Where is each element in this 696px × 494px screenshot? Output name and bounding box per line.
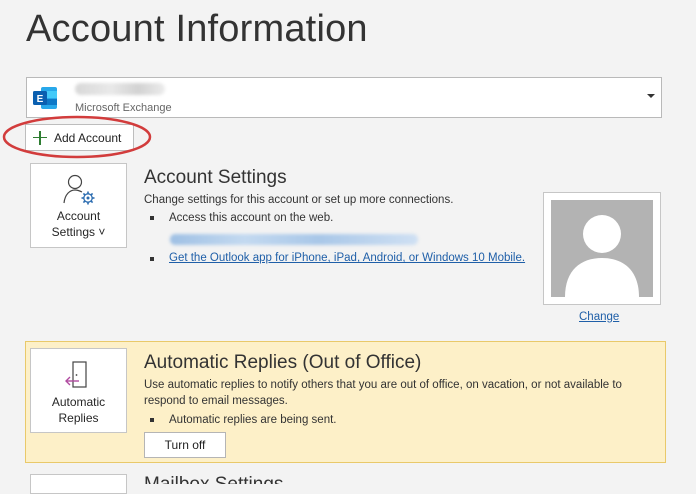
chevron-down-icon[interactable] — [647, 94, 655, 98]
mailbox-settings-tile[interactable] — [30, 474, 127, 494]
account-settings-tile-label-2: Settings ˅ — [51, 225, 106, 239]
automatic-replies-tile-label-2: Replies — [58, 411, 99, 425]
automatic-replies-description-1: Use automatic replies to notify others t… — [144, 379, 622, 391]
user-silhouette-icon — [565, 215, 639, 297]
user-gear-icon — [63, 174, 95, 205]
add-account-label: Add Account — [54, 130, 122, 145]
account-settings-description: Change settings for this account or set … — [144, 194, 454, 206]
change-photo-link[interactable]: Change — [579, 311, 619, 323]
bullet-marker — [150, 216, 154, 220]
page-title: Account Information — [26, 8, 368, 50]
automatic-replies-tile-label-1: Automatic — [51, 395, 106, 409]
automatic-replies-description-2: respond to email messages. — [144, 395, 288, 407]
automatic-replies-title: Automatic Replies (Out of Office) — [144, 352, 422, 373]
account-selector[interactable]: E Microsoft Exchange — [26, 77, 662, 118]
svg-text:E: E — [37, 94, 44, 105]
account-type: Microsoft Exchange — [75, 102, 172, 114]
automatic-replies-status: Automatic replies are being sent. — [169, 414, 337, 426]
account-settings-tile-label-1: Account — [56, 209, 101, 223]
account-settings-tile[interactable]: Account Settings ˅ — [30, 163, 127, 248]
profile-photo — [543, 192, 661, 305]
owa-url-link-redacted[interactable] — [170, 234, 418, 245]
access-web-bullet: Access this account on the web. — [169, 212, 334, 224]
turn-off-button[interactable]: Turn off — [144, 432, 226, 458]
bullet-marker — [150, 418, 154, 422]
automatic-replies-tile[interactable]: Automatic Replies — [30, 348, 127, 433]
exchange-icon: E — [33, 87, 57, 109]
bullet-marker — [150, 257, 154, 261]
add-account-button[interactable]: Add Account — [25, 124, 134, 151]
outlook-app-link[interactable]: Get the Outlook app for iPhone, iPad, An… — [169, 252, 525, 264]
account-email-redacted — [75, 83, 165, 95]
mailbox-settings-title: Mailbox Settings — [144, 474, 283, 484]
account-settings-title: Account Settings — [144, 167, 287, 188]
door-arrow-icon — [65, 361, 87, 388]
plus-icon — [33, 130, 47, 145]
